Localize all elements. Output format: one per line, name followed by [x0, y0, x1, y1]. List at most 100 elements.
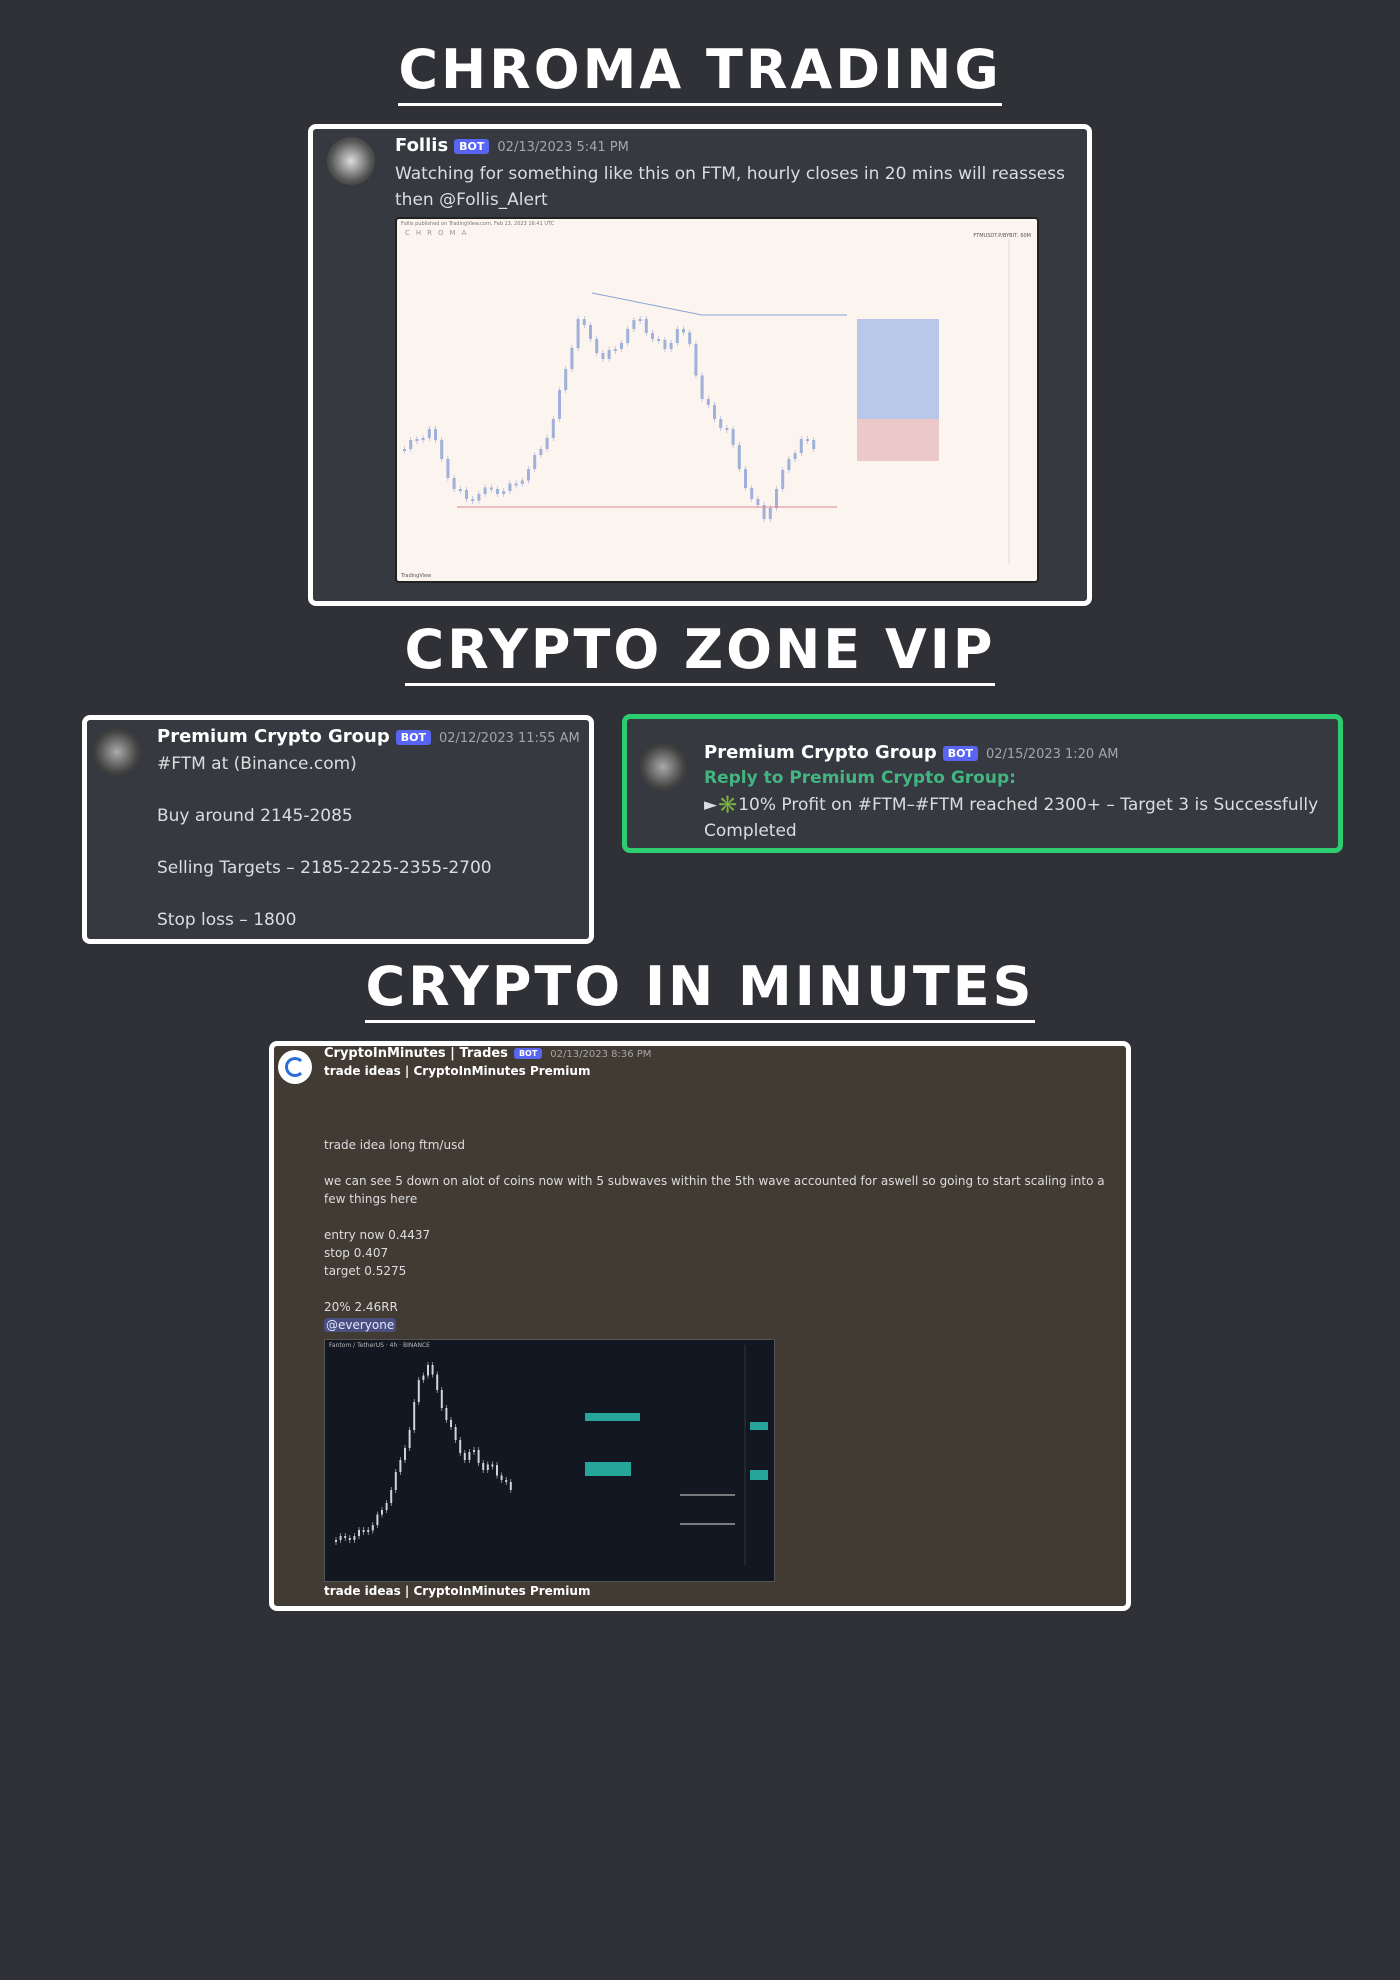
candle-body — [468, 1452, 471, 1460]
message-text: Watching for something like this on FTM,… — [395, 164, 1065, 210]
candle-body — [793, 453, 797, 459]
chroma-message-card: Follis BOT 02/13/2023 5:41 PM Watching for… — [308, 124, 1092, 606]
candle-body — [482, 1463, 485, 1470]
candle-body — [694, 344, 698, 376]
embed-header: trade ideas | CryptoInMinutes Premium — [324, 1064, 591, 1078]
avatar[interactable] — [639, 743, 687, 791]
avatar[interactable] — [93, 728, 141, 776]
candle-body — [422, 1375, 425, 1380]
candle-body — [675, 329, 679, 343]
candle-body — [434, 429, 437, 440]
candle-body — [496, 489, 499, 494]
candle-body — [440, 1390, 443, 1408]
everyone-mention[interactable]: @everyone — [324, 1318, 397, 1332]
zone-message-card-2: Premium Crypto Group BOT 02/15/2023 1:20 A… — [622, 714, 1343, 853]
stop-zone — [857, 419, 939, 461]
embed-footer: trade ideas | CryptoInMinutes Premium — [324, 1584, 591, 1598]
avatar[interactable] — [278, 1050, 312, 1084]
candle-body — [663, 340, 667, 349]
username[interactable]: CryptoInMinutes | Trades — [324, 1046, 508, 1061]
candle-body — [348, 1538, 351, 1540]
candle-body — [399, 1460, 402, 1472]
candle-body — [564, 369, 568, 390]
candle-body — [465, 490, 468, 499]
candle-body — [750, 488, 754, 499]
candlestick-chart — [403, 239, 1010, 564]
candle-body — [756, 499, 760, 505]
candle-body — [806, 439, 809, 441]
candle-body — [403, 449, 406, 451]
price-chart — [335, 1345, 768, 1565]
candle-body — [394, 1472, 397, 1490]
candle-body — [682, 329, 685, 333]
candle-body — [376, 1514, 379, 1525]
candle-body — [496, 1465, 498, 1476]
message-header: Follis BOT 02/13/2023 5:41 PM — [395, 135, 629, 156]
candle-body — [427, 1365, 429, 1376]
candle-body — [744, 469, 747, 488]
candle-body — [669, 343, 673, 349]
reply-label[interactable]: Reply to Premium Crypto Group: — [704, 768, 1016, 788]
candle-body — [477, 494, 481, 501]
candle-body — [390, 1490, 393, 1503]
target-zone — [857, 319, 939, 419]
candle-body — [489, 487, 493, 490]
candle-body — [431, 1365, 434, 1375]
candle-body — [527, 469, 530, 481]
heading-crypto-zone-vip: CRYPTO ZONE VIP — [0, 618, 1400, 686]
candle-body — [452, 478, 456, 489]
avatar[interactable] — [327, 137, 375, 185]
candle-body — [483, 487, 487, 494]
candle-body — [408, 1430, 411, 1448]
message-header: Premium Crypto Group BOT 02/15/2023 1:20 A… — [704, 742, 1118, 763]
candle-body — [533, 455, 537, 469]
zone-message-card-1: Premium Crypto Group BOT 02/12/2023 11:55 … — [82, 715, 594, 944]
candle-body — [812, 440, 816, 449]
candle-body — [417, 1380, 420, 1402]
candle-body — [445, 1408, 448, 1420]
candle-body — [768, 508, 772, 519]
candle-body — [706, 399, 710, 405]
candle-body — [589, 325, 592, 339]
candle-body — [367, 1530, 370, 1532]
username[interactable]: Follis — [395, 135, 448, 156]
candle-body — [477, 1450, 480, 1463]
candle-body — [725, 428, 729, 430]
bot-badge: BOT — [395, 729, 431, 745]
timestamp: 02/13/2023 5:41 PM — [497, 140, 629, 155]
candle-body — [491, 1464, 494, 1467]
message-text: ►✳️10% Profit on #FTM–#FTM reached 2300+… — [704, 795, 1319, 841]
chart-image[interactable]: Follis published on TradingView.com, Feb… — [395, 217, 1039, 583]
candle-body — [638, 319, 642, 321]
timestamp: 02/13/2023 8:36 PM — [550, 1049, 652, 1060]
candle-body — [415, 439, 419, 441]
candle-body — [781, 470, 785, 489]
candle-body — [632, 320, 636, 329]
username[interactable]: Premium Crypto Group — [704, 742, 937, 763]
candle-body — [570, 348, 574, 369]
candle-body — [436, 1374, 439, 1390]
candle-body — [576, 319, 580, 348]
candle-body — [381, 1510, 383, 1515]
candle-body — [427, 429, 431, 438]
candle-body — [595, 339, 599, 353]
candle-body — [613, 349, 617, 351]
candle-body — [335, 1540, 337, 1542]
candle-body — [421, 438, 425, 440]
candle-body — [799, 439, 803, 453]
chart-footer: TradingView — [401, 573, 432, 579]
username[interactable]: Premium Crypto Group — [157, 726, 390, 747]
heading-crypto-in-minutes: CRYPTO IN MINUTES — [0, 955, 1400, 1023]
candle-body — [651, 333, 654, 339]
candle-body — [520, 480, 524, 484]
candle-body — [344, 1536, 347, 1538]
candle-body — [450, 1420, 452, 1427]
message-header: CryptoInMinutes | Trades BOT 02/13/2023 8:… — [324, 1046, 651, 1061]
candle-body — [446, 459, 450, 478]
candle-body — [700, 375, 704, 399]
heading-chroma-trading: CHROMA TRADING — [0, 38, 1400, 106]
candle-body — [601, 353, 605, 359]
trade-chart-image[interactable]: Fantom / TetherUS · 4h · BINANCE — [324, 1339, 775, 1582]
bot-badge: BOT — [942, 745, 978, 761]
candle-body — [413, 1402, 416, 1430]
